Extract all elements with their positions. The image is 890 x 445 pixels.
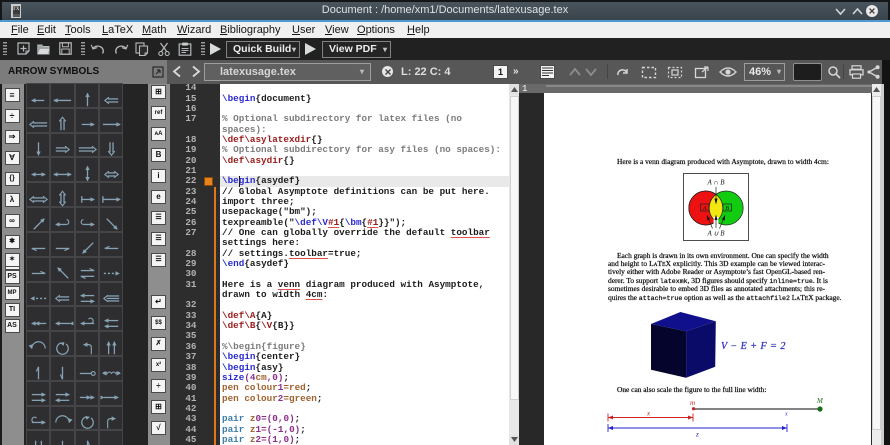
svg-text:x: x: [784, 412, 788, 418]
svg-text:z: z: [695, 431, 699, 439]
svg-text:A ∪ B: A ∪ B: [707, 229, 726, 237]
svg-text:A ∩ B: A ∩ B: [707, 178, 726, 186]
svg-text:B: B: [726, 205, 730, 212]
svg-text:A: A: [702, 205, 707, 212]
svg-text:M: M: [816, 397, 824, 405]
svg-text:m: m: [690, 399, 695, 407]
svg-text:x: x: [646, 410, 651, 418]
